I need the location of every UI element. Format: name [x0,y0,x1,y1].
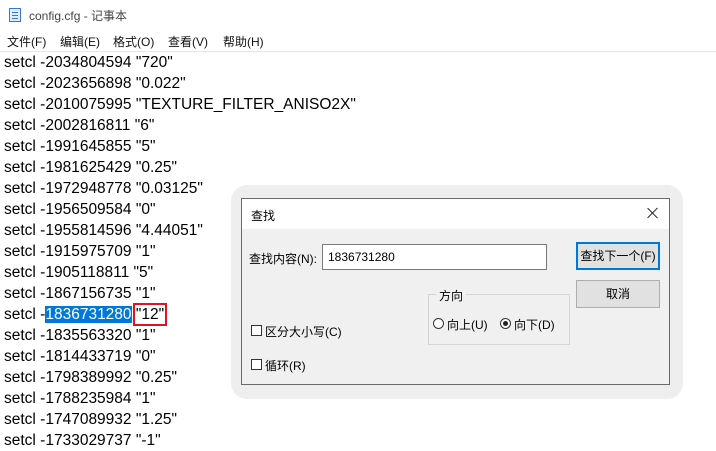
find-dialog-title: 查找 [251,209,276,223]
selected-text: 1836731280 [45,306,132,323]
menu-format[interactable]: 格式(O) [112,33,155,50]
text-line: setcl -1788235984 "1" [4,390,156,407]
cancel-button[interactable]: 取消 [576,280,660,308]
text-line: setcl -1905118811 "5" [4,264,154,281]
wrap-around-label[interactable]: 循环(R) [265,357,306,374]
notepad-icon [9,8,21,22]
direction-down-radio[interactable] [500,318,511,329]
text-line: setcl -2034804594 "720" [4,54,173,71]
text-line: setcl -2023656898 "0.022" [4,75,186,92]
direction-up-label[interactable]: 向上(U) [447,316,488,333]
find-what-label: 查找内容(N): [249,252,317,266]
match-case-label[interactable]: 区分大小写(C) [265,323,342,340]
text-line: setcl -1733029737 "-1" [4,432,161,449]
text-line: setcl -2002816811 "6" [4,117,155,134]
text-line: setcl -1747089932 "1.25" [4,411,178,428]
find-next-button[interactable]: 查找下一个(F) [576,242,660,270]
line-prefix: setcl - [4,306,46,323]
menu-file[interactable]: 文件(F) [6,33,47,50]
highlighted-value: "12" [132,303,168,326]
close-icon[interactable] [645,205,661,221]
text-line: setcl -1991645855 "5" [4,138,156,155]
text-line: setcl -1835563320 "1" [4,327,156,344]
text-line: setcl -1867156735 "1" [4,285,156,302]
menu-bar: 文件(F) 编辑(E) 格式(O) 查看(V) 帮助(H) [0,31,716,51]
find-dialog: 查找 查找内容(N): 查找下一个(F) 取消 方向 向上(U) 向下(D) 区… [241,198,670,385]
menu-edit[interactable]: 编辑(E) [59,33,101,50]
text-line-selected: setcl -1836731280 "12" [4,303,168,326]
text-line: setcl -2010075995 "TEXTURE_FILTER_ANISO2… [4,96,356,113]
text-line: setcl -1955814596 "4.44051" [4,222,203,239]
menu-view[interactable]: 查看(V) [167,33,209,50]
find-dialog-titlebar[interactable]: 查找 [242,199,669,229]
find-what-input[interactable] [322,244,547,270]
title-bar[interactable]: config.cfg - 记事本 [0,0,716,31]
direction-up-radio[interactable] [433,318,444,329]
direction-down-label[interactable]: 向下(D) [514,316,555,333]
text-line: setcl -1814433719 "0" [4,348,156,365]
menu-help[interactable]: 帮助(H) [222,33,265,50]
match-case-checkbox[interactable] [251,325,262,336]
text-line: setcl -1972948778 "0.03125" [4,180,203,197]
wrap-around-checkbox[interactable] [251,359,262,370]
text-line: setcl -1915975709 "1" [4,243,156,260]
text-line: setcl -1798389992 "0.25" [4,369,178,386]
window-title: config.cfg - 记事本 [29,9,128,23]
direction-label: 方向 [436,287,467,304]
text-line: setcl -1956509584 "0" [4,201,156,218]
text-line: setcl -1981625429 "0.25" [4,159,178,176]
